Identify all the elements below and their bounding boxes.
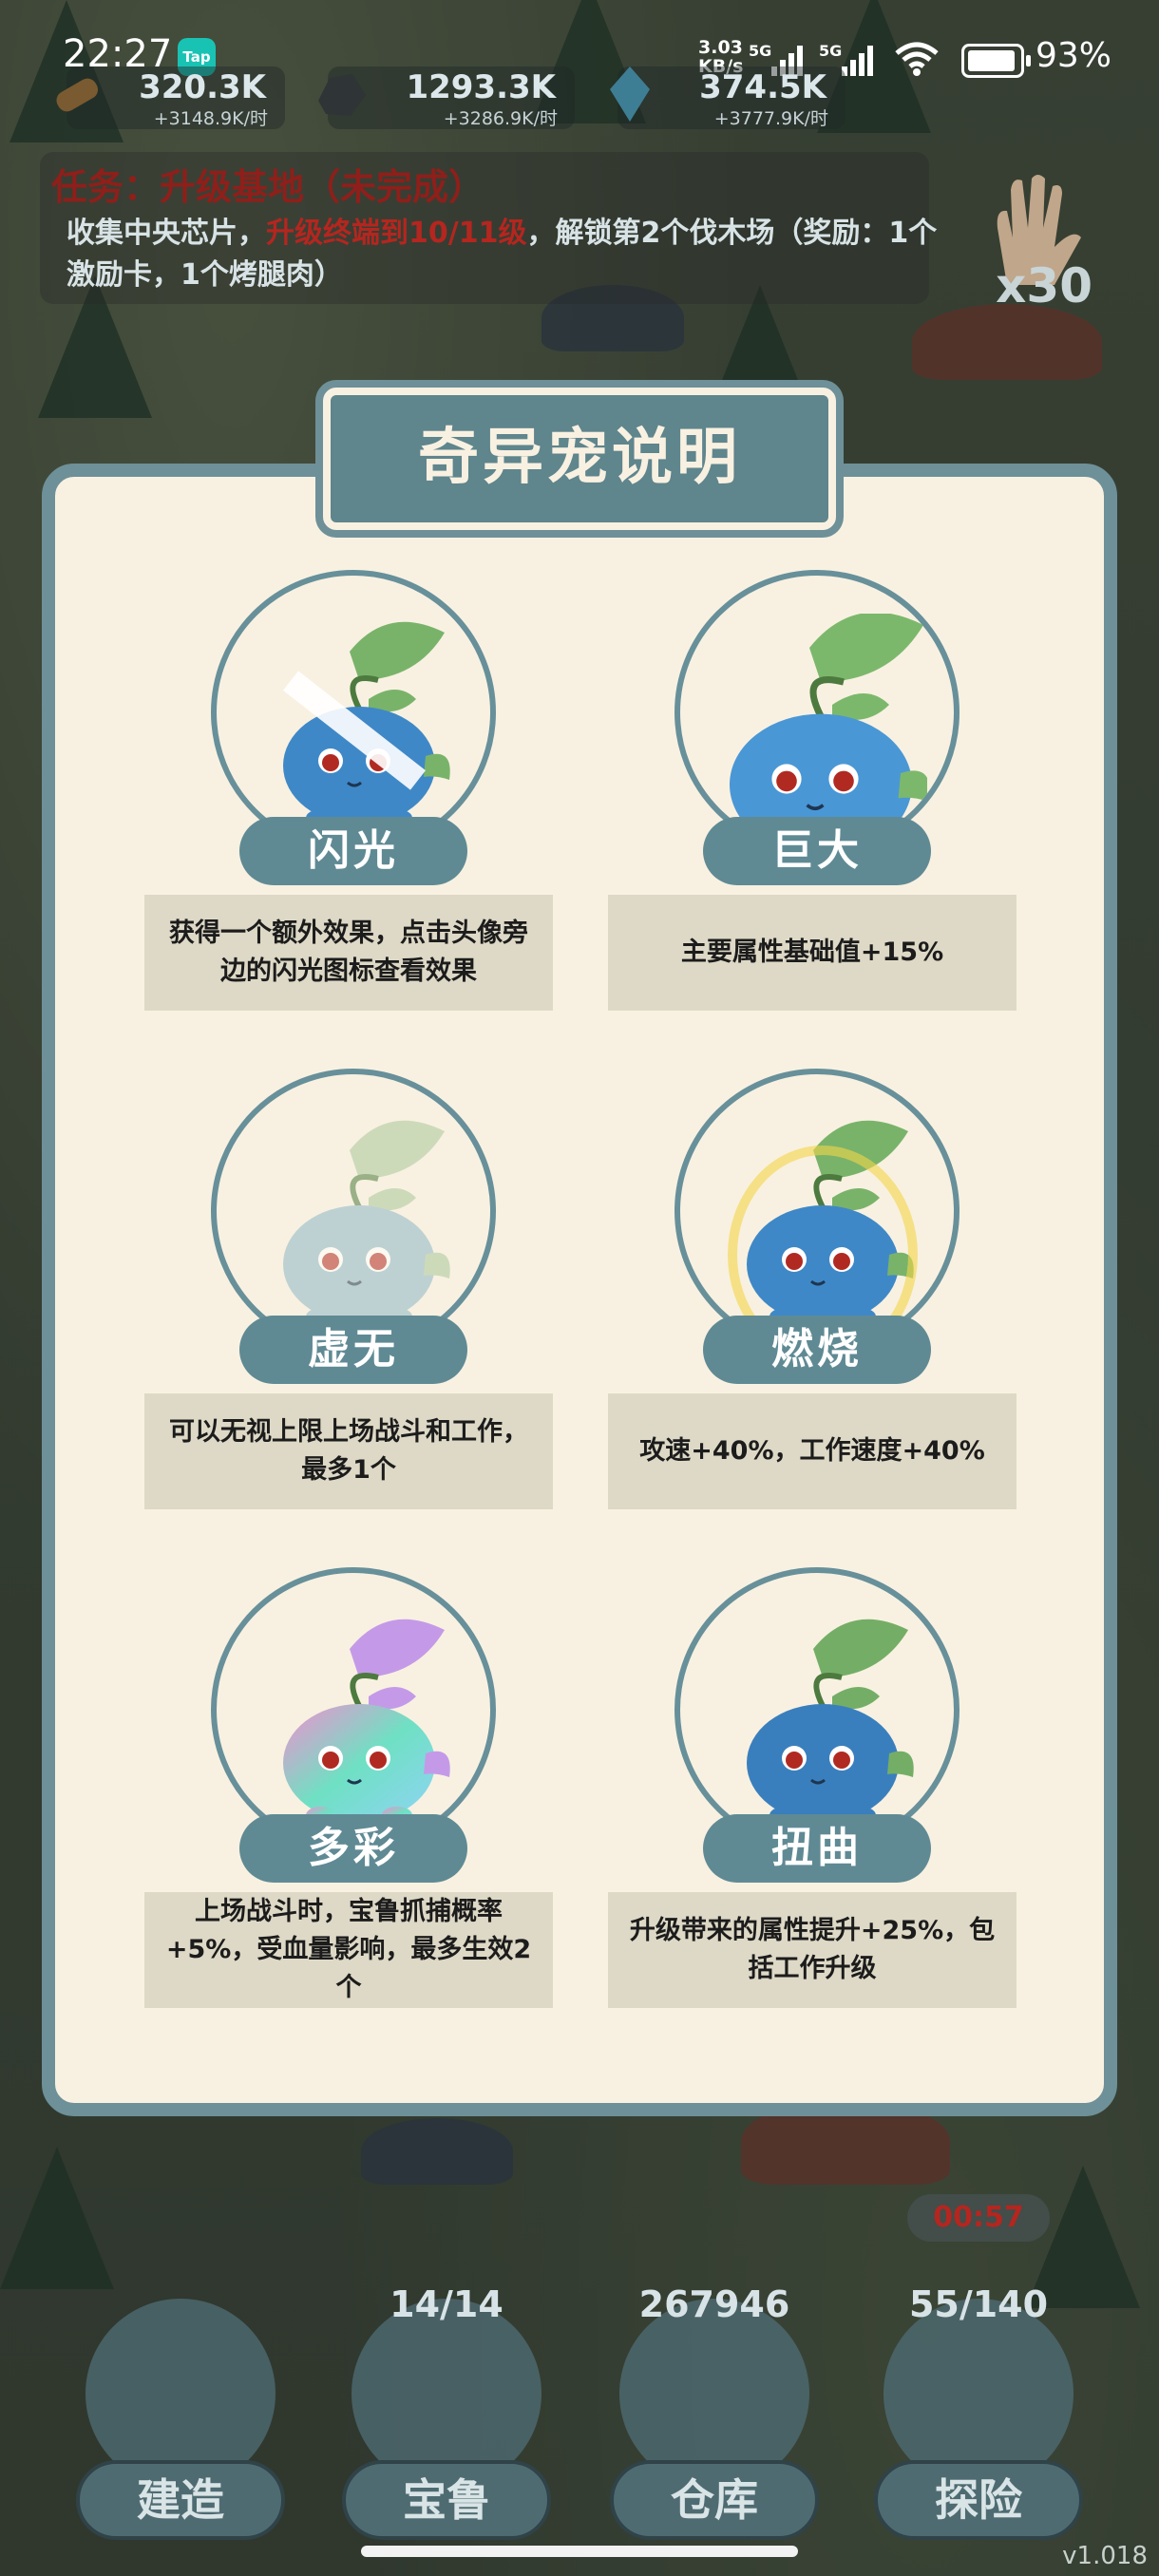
pet-portrait bbox=[674, 1567, 960, 1852]
pet-portrait-rainbow-icon bbox=[283, 1619, 450, 1824]
pet-type-card: 虚无 可以无视上限上场战斗和工作，最多1个 bbox=[144, 1069, 562, 1515]
pet-portrait-flash-icon bbox=[283, 621, 450, 826]
pet-type-card: 闪光 获得一个额外效果，点击头像旁边的闪光图标查看效果 bbox=[144, 570, 562, 1016]
modal-title: 奇异宠说明 bbox=[418, 423, 741, 493]
battery-percent: 93% bbox=[1036, 36, 1112, 75]
resource-wood[interactable]: 320.3K +3148.9K/时 bbox=[56, 66, 285, 129]
wifi-icon bbox=[895, 42, 939, 76]
nav-item-chest[interactable]: 267946 仓库 bbox=[591, 2242, 828, 2555]
nav-item-pet[interactable]: 14/14 宝鲁 bbox=[323, 2242, 560, 2555]
resource-value: 320.3K bbox=[139, 68, 266, 106]
resource-value: 374.5K bbox=[699, 68, 826, 106]
pet-type-card: 扭曲 升级带来的属性提升+25%，包括工作升级 bbox=[608, 1567, 1026, 2014]
wood-log-icon bbox=[56, 78, 99, 112]
resource-rate: +3777.9K/时 bbox=[713, 108, 828, 129]
version-label: v1.018 bbox=[1062, 2542, 1148, 2570]
pet-type-description: 主要属性基础值+15% bbox=[608, 895, 1016, 1011]
resource-value: 1293.3K bbox=[406, 68, 556, 106]
pet-portrait bbox=[674, 570, 960, 855]
side-boost-button[interactable]: x30 bbox=[950, 171, 1121, 323]
task-description: 收集中央芯片，升级终端到10/11级，解锁第2个伐木场（奖励：1个激励卡，1个烤… bbox=[66, 213, 950, 296]
pet-type-description: 上场战斗时，宝鲁抓捕概率+5%，受血量影响，最多生效2个 bbox=[144, 1892, 553, 2008]
pet-type-card: 燃烧 攻速+40%，工作速度+40% bbox=[608, 1069, 1026, 1515]
nav-item-build-house[interactable]: 建造 bbox=[57, 2242, 294, 2555]
nav-item-explore[interactable]: 55/140 探险 bbox=[855, 2242, 1092, 2555]
pet-portrait bbox=[211, 1069, 496, 1354]
resource-crystal[interactable]: 374.5K +3777.9K/时 bbox=[610, 66, 846, 129]
explore-timer: 00:57 bbox=[907, 2194, 1050, 2242]
stone-ore-icon bbox=[318, 74, 366, 116]
pet-type-label: 多彩 bbox=[239, 1814, 467, 1883]
resource-rate: +3148.9K/时 bbox=[153, 108, 268, 129]
battery-icon bbox=[961, 44, 1031, 78]
pet-portrait-burn-icon bbox=[728, 1120, 918, 1331]
pet-type-description: 获得一个额外效果，点击头像旁边的闪光图标查看效果 bbox=[144, 895, 553, 1011]
home-indicator[interactable] bbox=[361, 2546, 798, 2557]
nav-button[interactable]: 宝鲁 bbox=[342, 2460, 551, 2540]
pet-type-description: 可以无视上限上场战斗和工作，最多1个 bbox=[144, 1393, 553, 1509]
task-desc-highlight: 升级终端到10/11级 bbox=[266, 217, 527, 250]
boost-count: x30 bbox=[996, 258, 1092, 313]
pet-type-label: 闪光 bbox=[239, 817, 467, 885]
pet-portrait-twist-icon bbox=[747, 1619, 914, 1824]
pet-type-label: 虚无 bbox=[239, 1316, 467, 1384]
nav-count: 267946 bbox=[638, 2283, 790, 2325]
pet-type-description: 攻速+40%，工作速度+40% bbox=[608, 1393, 1016, 1509]
pet-type-label: 巨大 bbox=[703, 817, 931, 885]
pet-type-card: 巨大 主要属性基础值+15% bbox=[608, 570, 1026, 1016]
modal-title-plate: 奇异宠说明 bbox=[323, 388, 836, 530]
signal-type-label: 5G bbox=[749, 42, 772, 60]
net-speed-value: 3.03 bbox=[698, 37, 743, 58]
pet-type-description: 升级带来的属性提升+25%，包括工作升级 bbox=[608, 1892, 1016, 2008]
crystal-icon bbox=[610, 66, 650, 122]
pet-portrait bbox=[211, 1567, 496, 1852]
pet-portrait-giant-icon bbox=[730, 614, 927, 832]
pet-portrait bbox=[674, 1069, 960, 1354]
nav-button[interactable]: 探险 bbox=[874, 2460, 1083, 2540]
pet-type-label: 扭曲 bbox=[703, 1814, 931, 1883]
nav-count: 14/14 bbox=[390, 2283, 504, 2325]
pet-type-label: 燃烧 bbox=[703, 1316, 931, 1384]
pet-type-card: 多彩 上场战斗时，宝鲁抓捕概率+5%，受血量影响，最多生效2个 bbox=[144, 1567, 562, 2014]
nav-button[interactable]: 建造 bbox=[76, 2460, 285, 2540]
nav-button[interactable]: 仓库 bbox=[610, 2460, 819, 2540]
pet-portrait bbox=[211, 570, 496, 855]
signal-type-label: 5G bbox=[819, 42, 843, 60]
resource-rate: +3286.9K/时 bbox=[443, 108, 558, 129]
pet-portrait-void-icon bbox=[283, 1120, 450, 1325]
task-banner[interactable]: 任务：升级基地（未完成） 收集中央芯片，升级终端到10/11级，解锁第2个伐木场… bbox=[40, 152, 937, 304]
task-desc-text: 收集中央芯片， bbox=[66, 217, 266, 250]
resource-stone[interactable]: 1293.3K +3286.9K/时 bbox=[318, 66, 575, 129]
nav-count: 55/140 bbox=[908, 2283, 1049, 2325]
task-title: 任务：升级基地（未完成） bbox=[51, 166, 485, 208]
